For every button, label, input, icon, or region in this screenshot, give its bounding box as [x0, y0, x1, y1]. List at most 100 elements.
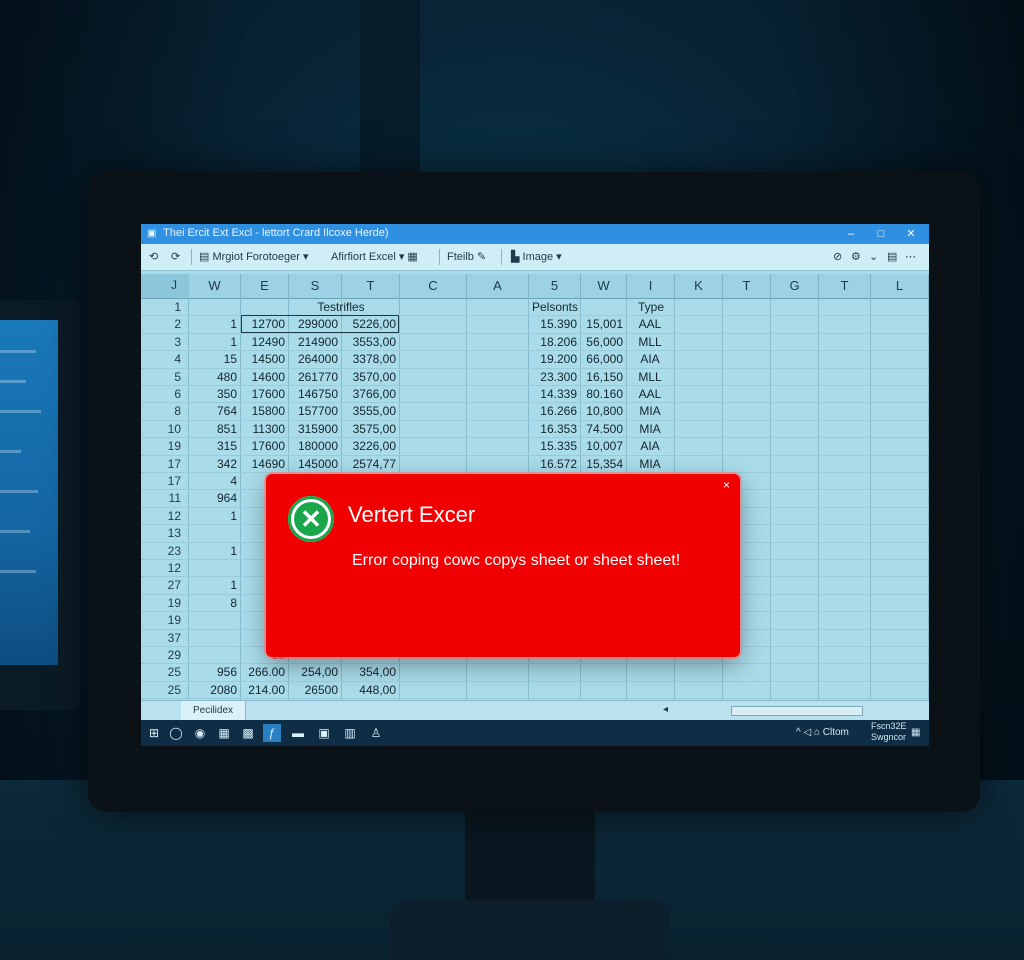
cell[interactable]: 1	[191, 544, 237, 558]
row-number[interactable]: 6	[141, 387, 181, 401]
cell[interactable]: AAL	[629, 387, 671, 401]
excel-taskbar-icon[interactable]: ƒ	[263, 724, 281, 742]
row-number[interactable]: 12	[141, 561, 181, 575]
row-number[interactable]: 29	[141, 648, 181, 662]
row-number[interactable]: 17	[141, 457, 181, 471]
cell[interactable]: 10,800	[583, 404, 623, 418]
cell[interactable]: 146750	[291, 387, 338, 401]
cell[interactable]: 3766,00	[344, 387, 396, 401]
row-number[interactable]: 4	[141, 352, 181, 366]
file-explorer-icon[interactable]: ▦	[215, 724, 233, 742]
cell[interactable]: 1	[191, 578, 237, 592]
cell[interactable]: 180000	[291, 439, 338, 453]
minimize-button[interactable]: –	[836, 225, 866, 243]
row-number[interactable]: 19	[141, 613, 181, 627]
cell[interactable]: 14500	[243, 352, 285, 366]
cell[interactable]: 19.200	[531, 352, 577, 366]
row-number[interactable]: 11	[141, 491, 181, 505]
cell[interactable]: 266.00	[243, 665, 285, 679]
cell[interactable]: 15,001	[583, 317, 623, 331]
selected-cell-range[interactable]	[241, 315, 399, 333]
row-number[interactable]: 19	[141, 439, 181, 453]
cell[interactable]: 214.00	[243, 683, 285, 697]
search-icon[interactable]: ◯	[167, 724, 185, 742]
row-number[interactable]: 1	[141, 300, 181, 314]
cell[interactable]: 3575,00	[344, 422, 396, 436]
cell[interactable]: 448,00	[344, 683, 396, 697]
select-all-corner[interactable]: J	[141, 274, 190, 299]
cell[interactable]: 15	[191, 352, 237, 366]
scroll-left-icon[interactable]: ◂	[663, 704, 668, 715]
cell[interactable]: 16,150	[583, 370, 623, 384]
user-icon[interactable]: ♙	[367, 724, 385, 742]
cell[interactable]: 2574,77	[344, 457, 396, 471]
cell[interactable]: 14600	[243, 370, 285, 384]
settings-icon[interactable]: ⚙	[851, 249, 861, 265]
cell[interactable]: 350	[191, 387, 237, 401]
cell[interactable]: MIA	[629, 404, 671, 418]
cell[interactable]: 764	[191, 404, 237, 418]
cell[interactable]: 14.339	[531, 387, 577, 401]
cell[interactable]: 23.300	[531, 370, 577, 384]
cell[interactable]: 3226,00	[344, 439, 396, 453]
cell[interactable]: 1	[191, 509, 237, 523]
mail-icon[interactable]: ▣	[315, 724, 333, 742]
cell[interactable]: 214900	[291, 335, 338, 349]
cell[interactable]: 4	[191, 474, 237, 488]
cell[interactable]: 956	[191, 665, 237, 679]
notification-icon[interactable]: ▦	[911, 727, 920, 738]
cell[interactable]: 15,354	[583, 457, 623, 471]
column-header[interactable]: W	[581, 274, 627, 299]
cell[interactable]: 480	[191, 370, 237, 384]
cell[interactable]: 145000	[291, 457, 338, 471]
column-header[interactable]: W	[189, 274, 241, 299]
column-header[interactable]: T	[819, 274, 871, 299]
cell[interactable]: 3378,00	[344, 352, 396, 366]
cell[interactable]: 964	[191, 491, 237, 505]
row-number[interactable]: 17	[141, 474, 181, 488]
cell[interactable]: 12490	[243, 335, 285, 349]
clock-date[interactable]: Swgncor	[871, 732, 906, 742]
cell[interactable]: 3553,00	[344, 335, 396, 349]
column-header[interactable]: A	[467, 274, 529, 299]
cell[interactable]: 2080	[191, 683, 237, 697]
column-header[interactable]: T	[342, 274, 400, 299]
close-button[interactable]: ✕	[896, 225, 926, 243]
cell[interactable]: 315	[191, 439, 237, 453]
row-number[interactable]: 25	[141, 683, 181, 697]
cell[interactable]: 74.500	[583, 422, 623, 436]
cell[interactable]: 16.353	[531, 422, 577, 436]
row-number[interactable]: 2	[141, 317, 181, 331]
fields-button[interactable]: Fteilb ✎	[447, 249, 486, 265]
cell[interactable]: MIA	[629, 457, 671, 471]
redo-icon[interactable]: ⟳	[171, 249, 180, 265]
cell[interactable]: 3555,00	[344, 404, 396, 418]
cell[interactable]: 11300	[243, 422, 285, 436]
cell[interactable]: 264000	[291, 352, 338, 366]
row-number[interactable]: 8	[141, 404, 181, 418]
dialog-close-button[interactable]: ×	[723, 478, 730, 492]
cell[interactable]: 16.266	[531, 404, 577, 418]
cell[interactable]: 342	[191, 457, 237, 471]
horizontal-scrollbar[interactable]	[731, 706, 863, 716]
cell[interactable]: AAL	[629, 317, 671, 331]
shield-icon[interactable]: ⊘	[833, 249, 842, 265]
more-icon[interactable]: ⋯	[905, 249, 916, 265]
sheet-tab[interactable]: Pecilidex	[181, 701, 246, 720]
cell[interactable]: 16.572	[531, 457, 577, 471]
cell[interactable]: 354,00	[344, 665, 396, 679]
row-number[interactable]: 12	[141, 509, 181, 523]
row-number[interactable]: 5	[141, 370, 181, 384]
column-header[interactable]: E	[241, 274, 289, 299]
cell[interactable]: MLL	[629, 335, 671, 349]
cell[interactable]: 15800	[243, 404, 285, 418]
cell[interactable]: 3570,00	[344, 370, 396, 384]
system-tray[interactable]: ^ ◁ ⌂ Cltom	[796, 727, 849, 738]
start-icon[interactable]: ⊞	[145, 724, 163, 742]
row-number[interactable]: 19	[141, 596, 181, 610]
font-combo[interactable]: Afirfiort Excel ▾ ▦	[331, 249, 418, 265]
cell[interactable]: AIA	[629, 352, 671, 366]
column-header[interactable]: T	[723, 274, 771, 299]
cell[interactable]: 851	[191, 422, 237, 436]
cell[interactable]: 26500	[291, 683, 338, 697]
